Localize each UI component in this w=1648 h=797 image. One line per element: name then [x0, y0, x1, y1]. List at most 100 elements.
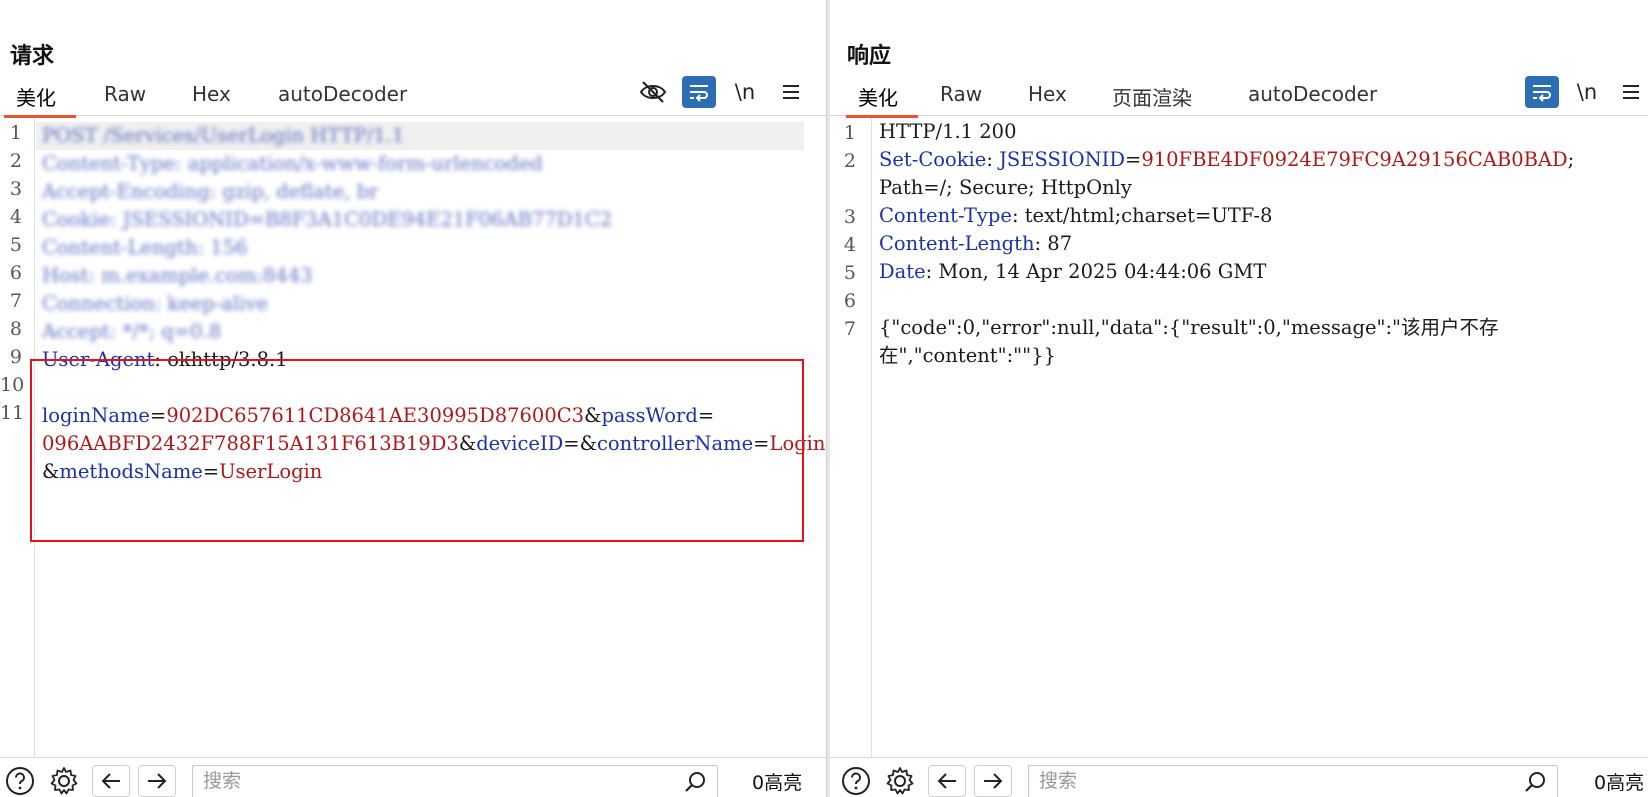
token-text: : text/html;charset=UTF-8 — [1011, 204, 1273, 227]
request-title: 请求 — [10, 44, 55, 69]
request-pane: 请求 美化 Raw Hex autoDecoder \n 1 2 3 4 5 6… — [0, 0, 826, 797]
line-number: 6 — [843, 290, 856, 312]
request-highlight-count: 0高亮 — [752, 772, 803, 794]
request-header-line: POST /Services/UserLogin HTTP/1.1 — [42, 124, 405, 147]
help-icon — [842, 767, 870, 795]
next-match-button[interactable] — [138, 765, 176, 797]
response-line: Content-Type: text/html;charset=UTF-8 — [879, 202, 1272, 230]
response-code: HTTP/1.1 200 Set-Cookie: JSESSIONID=910F… — [873, 118, 1648, 757]
response-line: Content-Length: 87 — [879, 230, 1072, 258]
request-tab-autodecoder[interactable]: autoDecoder — [272, 82, 413, 112]
request-header-line: Cookie: JSESSIONID=B8F3A1C0DE94E21F06AB7… — [42, 208, 613, 231]
response-editor[interactable]: 1 2 3 4 5 6 7 HTTP/1.1 200 Set-Cookie: J… — [830, 118, 1648, 757]
response-tab-hex[interactable]: Hex — [1022, 82, 1073, 112]
response-line: {"code":0,"error":null,"data":{"result":… — [879, 314, 1499, 342]
token-text: : — [986, 148, 1000, 171]
response-line: Set-Cookie: JSESSIONID=910FBE4DF0924E79F… — [879, 146, 1574, 174]
line-number: 5 — [9, 234, 22, 256]
settings-button[interactable] — [46, 764, 82, 797]
token-key: Content-Type — [879, 204, 1012, 227]
token-text: = — [1124, 148, 1142, 171]
token-value: 910FBE4DF0924E79FC9A29156CAB0BAD — [1141, 148, 1568, 171]
token-text: {"code":0,"error":null,"data":{"result":… — [879, 316, 1499, 339]
request-tab-pretty[interactable]: 美化 — [4, 82, 76, 118]
request-header-line: Content-Type: application/x-www-form-url… — [42, 152, 543, 175]
token-key: Date — [879, 260, 926, 283]
response-menu-button[interactable] — [1614, 76, 1648, 108]
search-icon[interactable] — [683, 770, 707, 794]
line-number: 6 — [9, 262, 22, 284]
response-line: 在","content":""}} — [879, 342, 1056, 370]
wrap-lines-icon — [690, 85, 708, 102]
line-number: 8 — [9, 318, 22, 340]
request-newline-button[interactable]: \n — [728, 76, 762, 108]
request-header-line: Accept: */*; q=0.8 — [42, 320, 222, 343]
response-pane: 响应 美化 Raw Hex 页面渲染 autoDecoder \n 1 2 3 … — [830, 0, 1648, 797]
highlight-box — [30, 359, 804, 542]
token-key: JSESSIONID — [999, 148, 1125, 171]
request-header-line: Connection: keep-alive — [42, 292, 269, 315]
response-tab-render[interactable]: 页面渲染 — [1106, 82, 1198, 112]
response-title: 响应 — [847, 44, 892, 69]
line-number: 4 — [843, 234, 856, 256]
line-number: 11 — [0, 402, 25, 424]
line-number: 2 — [9, 150, 22, 172]
hamburger-menu-icon — [783, 85, 799, 99]
previous-match-button[interactable] — [928, 765, 966, 797]
line-number: 9 — [9, 346, 22, 368]
token-text: Path=/; Secure; HttpOnly — [879, 176, 1132, 199]
response-tab-autodecoder[interactable]: autoDecoder — [1242, 82, 1383, 112]
response-line: Date: Mon, 14 Apr 2025 04:44:06 GMT — [879, 258, 1266, 286]
line-number: 7 — [9, 290, 22, 312]
request-tab-hex[interactable]: Hex — [186, 82, 237, 112]
line-number: 3 — [9, 178, 22, 200]
token-key: Content-Length — [879, 232, 1035, 255]
request-footer: 0高亮 — [0, 757, 826, 797]
request-tab-raw[interactable]: Raw — [98, 82, 152, 112]
request-header-line: Host: m.example.com:8443 — [42, 264, 313, 287]
line-number: 2 — [843, 150, 856, 172]
previous-match-button[interactable] — [92, 765, 130, 797]
request-search-box — [192, 765, 718, 797]
arrow-right-icon — [984, 773, 1003, 789]
token-text: HTTP/1.1 200 — [879, 120, 1017, 143]
hide-nonprintable-button[interactable] — [636, 76, 670, 108]
response-gutter: 1 2 3 4 5 6 7 — [830, 118, 872, 757]
response-wrap-lines-button[interactable] — [1525, 76, 1559, 108]
eye-off-icon — [639, 81, 667, 103]
search-icon[interactable] — [1523, 770, 1547, 794]
line-number: 1 — [843, 122, 856, 144]
token-text: : 87 — [1034, 232, 1073, 255]
line-number: 7 — [843, 318, 856, 340]
settings-button[interactable] — [882, 764, 918, 797]
request-wrap-lines-button[interactable] — [682, 76, 716, 108]
wrap-lines-icon — [1533, 85, 1551, 102]
gear-icon — [50, 767, 78, 795]
request-header-line: Accept-Encoding: gzip, deflate, br — [42, 180, 379, 203]
arrow-right-icon — [148, 773, 167, 789]
request-header-line: Content-Length: 156 — [42, 236, 248, 259]
response-newline-button[interactable]: \n — [1570, 76, 1604, 108]
line-number: 5 — [843, 262, 856, 284]
help-button[interactable] — [838, 764, 874, 797]
response-highlight-count: 0高亮 — [1594, 772, 1645, 794]
hamburger-menu-icon — [1623, 85, 1639, 99]
response-tab-raw[interactable]: Raw — [934, 82, 988, 112]
line-number: 4 — [9, 206, 22, 228]
line-number: 10 — [0, 374, 25, 396]
request-menu-button[interactable] — [774, 76, 808, 108]
response-footer: 0高亮 — [830, 757, 1648, 797]
help-button[interactable] — [2, 764, 38, 797]
gear-icon — [886, 767, 914, 795]
token-text: ; — [1567, 148, 1575, 171]
response-tab-pretty[interactable]: 美化 — [846, 82, 918, 118]
request-search-input[interactable] — [203, 770, 623, 792]
line-number: 3 — [843, 206, 856, 228]
help-icon — [6, 767, 34, 795]
next-match-button[interactable] — [974, 765, 1012, 797]
token-key: Set-Cookie — [879, 148, 987, 171]
response-search-input[interactable] — [1039, 770, 1462, 792]
response-line: HTTP/1.1 200 — [879, 118, 1017, 146]
line-number: 1 — [9, 122, 22, 144]
arrow-left-icon — [937, 773, 956, 789]
